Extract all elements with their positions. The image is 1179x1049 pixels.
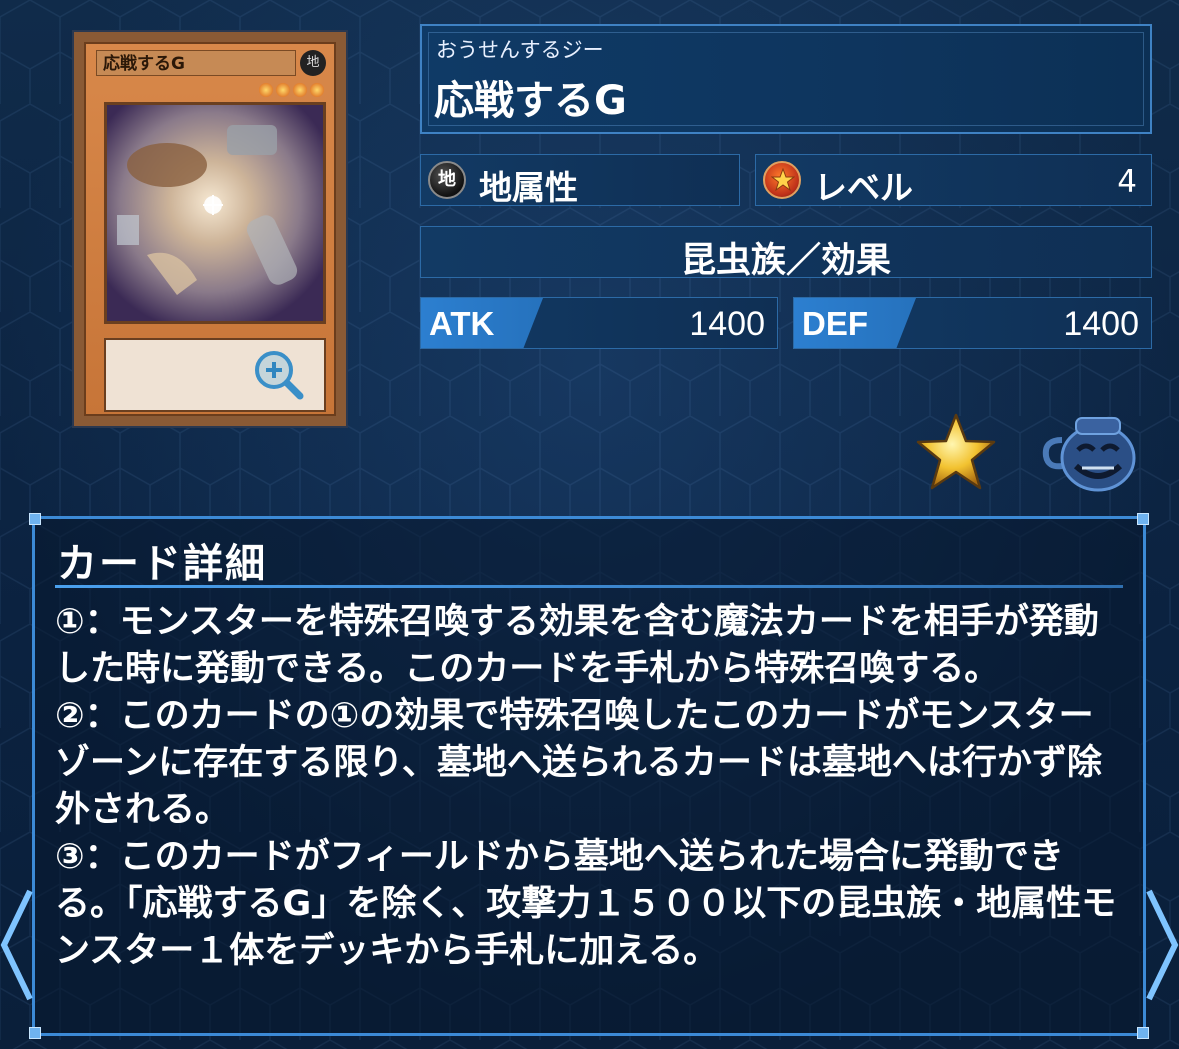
card-name-reading: おうせんするジー	[436, 38, 604, 62]
panel-corner	[1137, 513, 1149, 525]
card-image-title: 応戦するG	[96, 50, 296, 76]
level-box: レベル 4	[755, 154, 1152, 207]
card-effect-text: ①：モンスターを特殊召喚する効果を含む魔法カードを相手が発動した時に発動できる。…	[55, 599, 1125, 975]
effect-1: ①：モンスターを特殊召喚する効果を含む魔法カードを相手が発動した時に発動できる。…	[55, 602, 1099, 689]
monster-type: 昆虫族／効果	[680, 241, 891, 281]
detail-divider	[55, 585, 1123, 588]
star-icon[interactable]	[914, 412, 998, 492]
card-detail-panel: カード詳細 ①：モンスターを特殊召喚する効果を含む魔法カードを相手が発動した時に…	[29, 513, 1149, 1039]
pot-of-greed-icon[interactable]	[1040, 410, 1140, 494]
earth-attribute-icon: 地	[428, 161, 466, 199]
level-star	[276, 83, 290, 97]
def-box: DEF 1400	[793, 297, 1152, 349]
def-value: 1400	[1063, 305, 1139, 343]
card-text-box	[104, 338, 326, 412]
level-star-icon	[763, 161, 801, 199]
panel-corner	[29, 1027, 41, 1039]
level-star	[293, 83, 307, 97]
card-name-panel: おうせんするジー 応戦するG	[420, 24, 1152, 134]
atk-label: ATK	[429, 305, 495, 342]
card-image-level-stars	[256, 82, 324, 101]
zoom-in-icon[interactable]	[250, 346, 306, 402]
effect-3: ③：このカードがフィールドから墓地へ送られた場合に発動できる。「応戦するG」を除…	[55, 837, 1117, 971]
attribute-box: 地 地属性	[420, 154, 740, 207]
card-image[interactable]: 応戦するG 地	[72, 30, 348, 428]
card-frame: 応戦するG 地	[84, 42, 336, 416]
detail-title: カード詳細	[57, 541, 267, 587]
level-star	[310, 83, 324, 97]
def-label: DEF	[802, 305, 868, 342]
card-name: 応戦するG	[434, 78, 627, 124]
level-star	[259, 83, 273, 97]
atk-box: ATK 1400	[420, 297, 778, 349]
panel-corner	[1137, 1027, 1149, 1039]
chevron-left-icon[interactable]	[0, 885, 40, 1005]
level-label: レベル	[814, 168, 913, 207]
type-box: 昆虫族／効果	[420, 226, 1152, 281]
effect-2: ②：このカードの①の効果で特殊召喚したこのカードがモンスターゾーンに存在する限り…	[55, 696, 1102, 830]
atk-value: 1400	[689, 305, 765, 343]
panel-corner	[29, 513, 41, 525]
level-value: 4	[1117, 164, 1137, 200]
chevron-right-icon[interactable]	[1139, 885, 1179, 1005]
card-artwork	[104, 102, 326, 324]
attribute-label: 地属性	[479, 168, 578, 207]
card-image-attribute-icon: 地	[300, 50, 326, 76]
